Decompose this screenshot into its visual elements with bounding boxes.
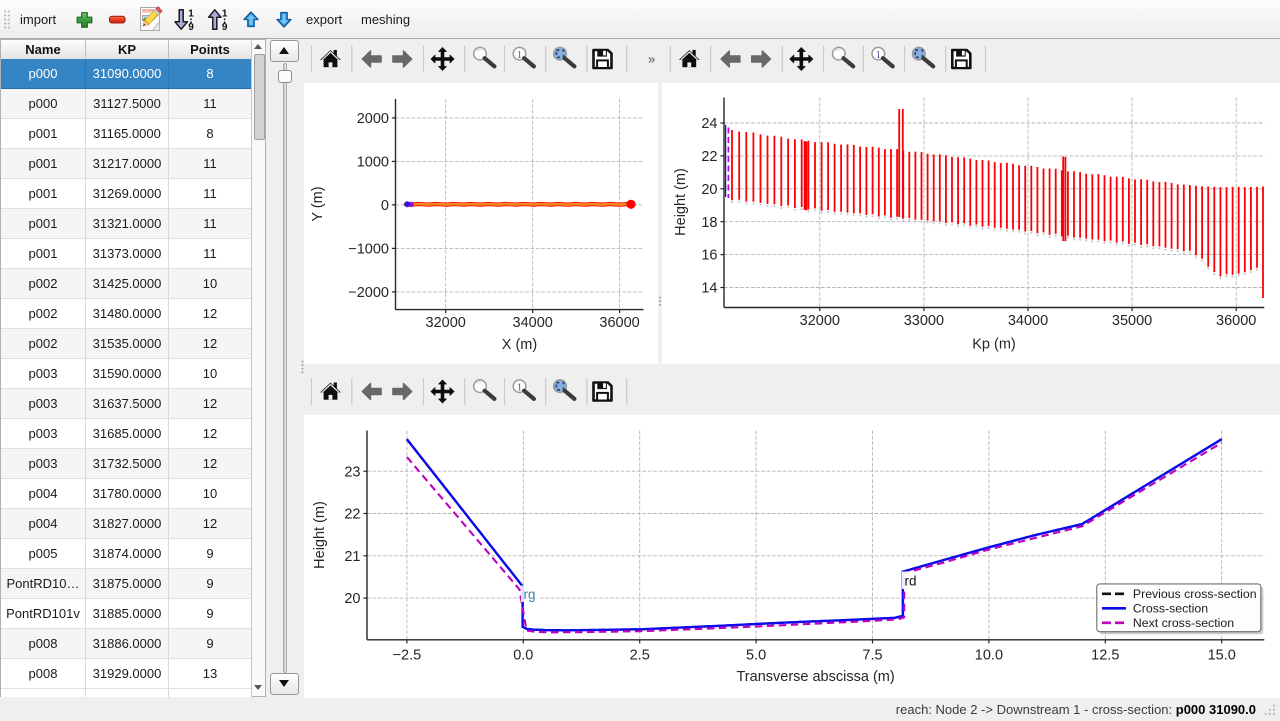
svg-text:21: 21 [344,549,360,565]
svg-text:9: 9 [222,22,228,33]
svg-text:−2.5: −2.5 [393,647,422,663]
svg-text:−1000: −1000 [348,242,389,258]
svg-text:1: 1 [188,9,194,20]
svg-text:35000: 35000 [1112,313,1152,329]
svg-text:Kp (m): Kp (m) [972,337,1016,353]
svg-text:Y (m): Y (m) [310,186,326,221]
svg-text:Next cross-section: Next cross-section [1133,616,1234,630]
svg-text:Previous cross-section: Previous cross-section [1133,587,1257,601]
svg-text:33000: 33000 [904,313,944,329]
svg-text:9: 9 [188,22,194,33]
svg-text:32000: 32000 [800,313,840,329]
svg-text:34000: 34000 [1008,313,1048,329]
svg-text:0: 0 [381,198,389,214]
svg-text:Transverse abscissa (m): Transverse abscissa (m) [736,669,894,685]
svg-text:Height (m): Height (m) [312,501,328,569]
svg-text:18: 18 [701,215,717,231]
svg-text:2000: 2000 [357,111,389,127]
svg-text:Height (m): Height (m) [673,168,689,236]
svg-text:X (m): X (m) [502,337,537,353]
svg-text:34000: 34000 [513,315,553,331]
svg-text:23: 23 [344,464,360,480]
svg-text:12.5: 12.5 [1091,647,1119,663]
svg-text:7.5: 7.5 [862,647,882,663]
svg-text:1: 1 [222,9,228,20]
svg-text:20: 20 [344,591,360,607]
svg-text:2.5: 2.5 [630,647,650,663]
svg-text:rd: rd [905,574,917,589]
svg-text:20: 20 [701,182,717,198]
svg-text:10.0: 10.0 [975,647,1003,663]
svg-text:22: 22 [344,507,360,523]
svg-text:−2000: −2000 [348,285,389,301]
svg-text:24: 24 [701,116,717,132]
svg-text:5.0: 5.0 [746,647,766,663]
svg-text:rg: rg [524,587,536,602]
svg-text:15.0: 15.0 [1208,647,1236,663]
svg-text:»: » [648,52,655,67]
svg-text:0.0: 0.0 [513,647,533,663]
svg-text:1000: 1000 [357,155,389,171]
svg-text:Cross-section: Cross-section [1133,602,1208,616]
svg-text:32000: 32000 [426,315,466,331]
svg-text:22: 22 [701,149,717,165]
svg-text:14: 14 [701,281,717,297]
svg-text:36000: 36000 [1216,313,1256,329]
svg-text:36000: 36000 [599,315,639,331]
svg-text:16: 16 [701,248,717,264]
